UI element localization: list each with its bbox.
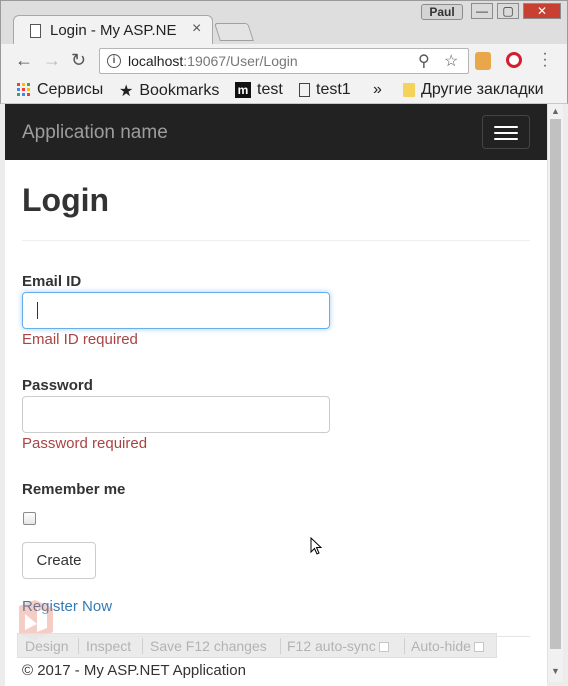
bookmark-bookmarks[interactable]: ★ Bookmarks — [119, 81, 219, 101]
zoom-icon[interactable]: ⚲ — [418, 51, 430, 71]
page-viewport: Application name Login Email ID Email ID… — [5, 104, 547, 686]
scroll-up-icon[interactable]: ▲ — [551, 106, 560, 116]
bookmark-label: test — [257, 81, 283, 98]
footer-text: © 2017 - My ASP.NET Application — [22, 662, 246, 679]
folder-icon — [403, 82, 415, 97]
apps-grid-icon — [17, 82, 30, 96]
separator — [280, 638, 281, 654]
password-label: Password — [22, 377, 93, 394]
menu-dots-icon[interactable]: · · · — [541, 46, 549, 74]
autohide-label: Auto-hide — [411, 638, 471, 654]
close-window-button[interactable]: ✕ — [523, 3, 561, 19]
autosync-label: F12 auto-sync — [287, 638, 376, 654]
hamburger-bar — [494, 138, 518, 140]
hamburger-bar — [494, 132, 518, 134]
page-title: Login — [22, 182, 110, 218]
inspect-button[interactable]: Inspect — [86, 638, 131, 654]
bookmark-test[interactable]: m test — [235, 81, 283, 99]
separator — [142, 638, 143, 654]
password-field[interactable] — [22, 396, 330, 433]
info-icon[interactable]: i — [107, 54, 121, 68]
separator — [404, 638, 405, 654]
email-field[interactable] — [22, 292, 330, 329]
other-bookmarks[interactable]: Другие закладки — [403, 81, 544, 99]
browser-tab[interactable]: Login - My ASP.NE × — [13, 15, 213, 45]
address-bar[interactable]: i localhost:19067/User/Login ⚲ ☆ — [99, 48, 469, 74]
navbar: Application name — [5, 104, 547, 160]
back-icon[interactable]: ← — [15, 50, 33, 71]
remember-label: Remember me — [22, 481, 126, 498]
remember-checkbox[interactable] — [23, 512, 36, 525]
forward-icon[interactable]: → — [43, 50, 61, 71]
bookmark-test1[interactable]: test1 — [299, 81, 351, 99]
bookmark-label: Сервисы — [37, 81, 104, 98]
bookmarks-bar: Сервисы ★ Bookmarks m test test1 » Другие … — [0, 78, 568, 104]
profile-button[interactable]: Paul — [421, 4, 463, 20]
maximize-button[interactable]: ▢ — [497, 3, 519, 19]
vertical-scrollbar[interactable]: ▲ ▼ — [547, 104, 563, 682]
reload-icon[interactable]: ↻ — [71, 50, 86, 71]
star-icon: ★ — [119, 83, 134, 100]
bookmark-label: Bookmarks — [139, 82, 220, 100]
separator — [78, 638, 79, 654]
email-label: Email ID — [22, 273, 82, 290]
page-icon — [299, 82, 310, 97]
other-bookmarks-label: Другие закладки — [421, 81, 544, 98]
autosync-checkbox[interactable] — [378, 642, 389, 653]
mouse-cursor-icon — [310, 537, 323, 555]
autohide-checkbox[interactable] — [473, 642, 484, 653]
scrollbar-thumb[interactable] — [550, 119, 561, 649]
design-button[interactable]: Design — [25, 638, 69, 654]
password-error: Password required — [22, 435, 148, 452]
tab-close-icon[interactable]: × — [192, 20, 201, 38]
bookmark-services[interactable]: Сервисы — [17, 81, 103, 99]
bookmark-star-icon[interactable]: ☆ — [444, 51, 458, 71]
hamburger-bar — [494, 126, 518, 128]
divider — [22, 240, 530, 241]
autohide-toggle[interactable]: Auto-hide — [411, 638, 484, 654]
tab-title: Login - My ASP.NE — [50, 22, 177, 39]
create-button[interactable]: Create — [22, 542, 96, 579]
url-text: localhost:19067/User/Login — [128, 53, 298, 69]
browser-toolbar: ← → ↻ i localhost:19067/User/Login ⚲ ☆ ·… — [0, 44, 568, 78]
brand-link[interactable]: Application name — [22, 122, 168, 144]
text-caret — [37, 302, 38, 319]
opera-extension-icon[interactable] — [506, 52, 522, 68]
m-logo-icon: m — [235, 81, 251, 98]
page-icon — [30, 24, 41, 38]
minimize-button[interactable]: — — [471, 3, 493, 19]
browser-titlebar: Login - My ASP.NE × Paul — ▢ ✕ — [0, 0, 568, 45]
extension-icon[interactable] — [475, 52, 491, 70]
save-f12-button[interactable]: Save F12 changes — [150, 638, 267, 654]
new-tab-button[interactable] — [214, 23, 254, 41]
autosync-toggle[interactable]: F12 auto-sync — [287, 638, 389, 654]
scroll-down-icon[interactable]: ▼ — [551, 666, 560, 676]
browser-link-toolbar: Design Inspect Save F12 changes F12 auto… — [17, 633, 497, 658]
bookmarks-overflow-icon[interactable]: » — [373, 81, 382, 99]
menu-toggle-button[interactable] — [482, 115, 530, 149]
bookmark-label: test1 — [316, 81, 351, 98]
email-error: Email ID required — [22, 331, 138, 348]
